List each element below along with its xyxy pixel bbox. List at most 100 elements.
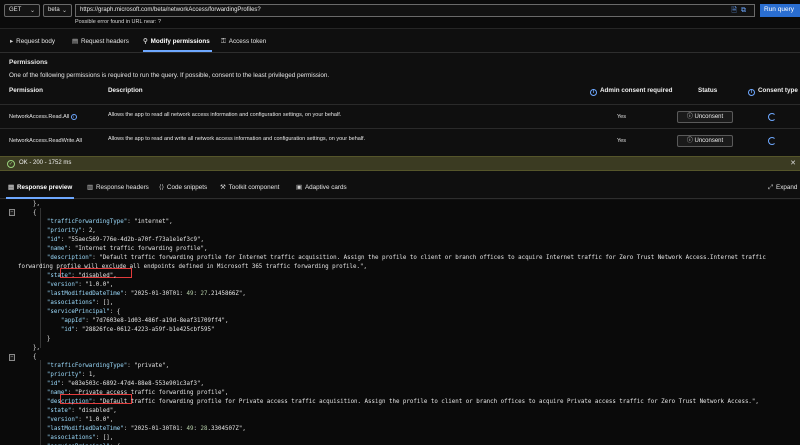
tab-response-preview[interactable]: ▤ Response preview	[5, 184, 75, 199]
col-description: Description	[108, 87, 143, 94]
response-preview-icon: ▤	[8, 184, 14, 191]
info-icon[interactable]: i	[590, 89, 597, 96]
run-query-button[interactable]: Run query	[760, 4, 800, 17]
col-status: Status	[698, 87, 718, 94]
permissions-title: Permissions	[9, 59, 48, 66]
col-consent-label: Consent type	[758, 87, 798, 94]
request-headers-icon: ▤	[72, 38, 78, 45]
code-line: {	[19, 210, 37, 216]
permissions-description: One of the following permissions is requ…	[9, 72, 330, 79]
tab-label: Response headers	[95, 184, 149, 191]
col-admin-label: Admin consent required	[600, 87, 673, 94]
code-line: "lastModifiedDateTime": "2025-01-30T01: …	[46, 291, 246, 297]
code-line: "name": "Private access traffic forwardi…	[46, 390, 229, 396]
status-text: OK - 200 - 1752 ms	[19, 160, 72, 166]
code-line: "lastModifiedDateTime": "2025-01-30T01: …	[46, 426, 246, 432]
code-line: "description": "Default traffic forwardi…	[46, 399, 759, 405]
permissions-icon: ⚲	[143, 38, 148, 45]
permission-name-text: NetworkAccess.Read.All	[9, 114, 70, 120]
tab-access-token[interactable]: ⚿ Access token	[221, 38, 266, 46]
query-bar: GET ⌄ beta ⌄ https://graph.microsoft.com…	[0, 0, 800, 29]
url-hint: Possible error found in URL near: ?	[75, 19, 162, 25]
chevron-down-icon: ⌄	[29, 8, 35, 14]
info-icon[interactable]: i	[748, 89, 755, 96]
permission-description: Allows the app to read all network acces…	[108, 112, 342, 118]
info-icon[interactable]: i	[70, 114, 77, 120]
tab-code-snippets[interactable]: ⟨⟩ Code snippets	[159, 184, 207, 191]
response-headers-icon: ▥	[87, 184, 93, 191]
tab-label: Request body	[16, 38, 56, 45]
code-line: "state": "disabled",	[46, 273, 117, 279]
url-input[interactable]: https://graph.microsoft.com/beta/network…	[75, 4, 755, 17]
tab-request-headers[interactable]: ▤ Request headers	[72, 38, 129, 45]
col-admin-consent: i Admin consent required	[590, 87, 672, 96]
admin-consent-value: Yes	[617, 114, 626, 120]
code-line: "trafficForwardingType": "private",	[46, 363, 170, 369]
code-line: "description": "Default traffic forwardi…	[46, 255, 766, 261]
unconsent-label: Unconsent	[694, 114, 724, 120]
code-snippets-icon: ⟨⟩	[159, 184, 164, 191]
method-dropdown[interactable]: GET ⌄	[4, 4, 40, 17]
loading-spinner-icon	[768, 137, 776, 145]
permission-description: Allows the app to read and write all net…	[108, 136, 366, 142]
code-line: "id": "55aec569-776e-4d2b-a70f-f73a1e1ef…	[46, 237, 204, 243]
url-value: https://graph.microsoft.com/beta/network…	[80, 7, 261, 13]
tab-label: Access token	[228, 38, 267, 45]
access-token-icon: ⚿	[221, 38, 226, 45]
permission-row: NetworkAccess.ReadWrite.All Allows the a…	[0, 128, 800, 152]
tab-label: Toolkit component	[228, 184, 280, 191]
close-icon[interactable]: ✕	[790, 159, 796, 167]
admin-consent-value: Yes	[617, 138, 626, 144]
response-tabs: ▤ Response preview ▥ Response headers ⟨⟩ Co…	[0, 178, 800, 199]
success-check-icon: ✓	[7, 160, 15, 168]
code-line: "priority": 2,	[46, 228, 96, 234]
tab-toolkit-component[interactable]: ⚒ Toolkit component	[220, 184, 279, 191]
unconsent-label: Unconsent	[694, 138, 724, 144]
code-line: "version": "1.0.0",	[46, 417, 114, 423]
tab-modify-permissions[interactable]: ⚲ Modify permissions	[143, 38, 212, 52]
col-consent-type: i Consent type	[748, 87, 798, 96]
method-value: GET	[9, 7, 22, 13]
tab-request-body[interactable]: ▸ Request body	[10, 38, 55, 45]
code-line: "servicePrincipal": {	[46, 309, 121, 315]
tab-label: Request headers	[80, 38, 129, 45]
col-permission: Permission	[9, 87, 43, 94]
code-line: "version": "1.0.0",	[46, 282, 114, 288]
unconsent-button[interactable]: ⓘ Unconsent	[677, 135, 733, 147]
collapse-toggle-icon[interactable]: −	[9, 354, 15, 361]
adaptive-cards-icon: ▣	[296, 184, 302, 191]
permission-name: NetworkAccess.Read.All i	[9, 114, 77, 120]
code-line: "id": "28826fce-0612-4223-a59f-b1e425cbf…	[60, 327, 215, 333]
tab-adaptive-cards[interactable]: ▣ Adaptive cards	[296, 184, 347, 191]
tab-label: Modify permissions	[150, 38, 210, 45]
tab-label: Code snippets	[166, 184, 208, 191]
tab-label: Response preview	[16, 184, 73, 191]
code-line: "appId": "7d7603e8-1d03-486f-a19d-8eaf31…	[60, 318, 229, 324]
code-line: "state": "disabled",	[46, 408, 117, 414]
collapse-toggle-icon[interactable]: −	[9, 209, 15, 216]
tab-response-headers[interactable]: ▥ Response headers	[87, 184, 149, 191]
expand-button[interactable]: ⤢ Expand	[768, 184, 797, 192]
status-bar: ✓ OK - 200 - 1752 ms ✕	[0, 156, 800, 171]
share-icon[interactable]: 🗎	[731, 7, 741, 14]
version-dropdown[interactable]: beta ⌄	[43, 4, 72, 17]
expand-icon: ⤢	[768, 184, 774, 191]
version-value: beta	[48, 7, 60, 13]
code-line: forwarding profile will exclude all endp…	[18, 264, 368, 270]
response-code-panel[interactable]: − − }, { "trafficForwardingType": "inter…	[0, 200, 800, 445]
code-line: }	[19, 336, 51, 342]
chevron-down-icon: ⌄	[61, 8, 67, 14]
code-line: },	[19, 201, 40, 207]
run-query-label: Run query	[764, 6, 794, 13]
copy-icon[interactable]: ⧉	[741, 7, 750, 14]
code-line: {	[19, 354, 37, 360]
expand-label: Expand	[776, 184, 798, 191]
loading-spinner-icon	[768, 113, 776, 121]
code-line: "trafficForwardingType": "internet",	[46, 219, 173, 225]
tab-label: Adaptive cards	[304, 184, 347, 191]
code-line: },	[19, 345, 40, 351]
code-line: "associations": [],	[46, 300, 114, 306]
code-line: "id": "e83e503c-6892-47d4-88e8-553e901c3…	[46, 381, 204, 387]
code-line: "name": "Internet traffic forwarding pro…	[46, 246, 208, 252]
unconsent-button[interactable]: ⓘ Unconsent	[677, 111, 733, 123]
